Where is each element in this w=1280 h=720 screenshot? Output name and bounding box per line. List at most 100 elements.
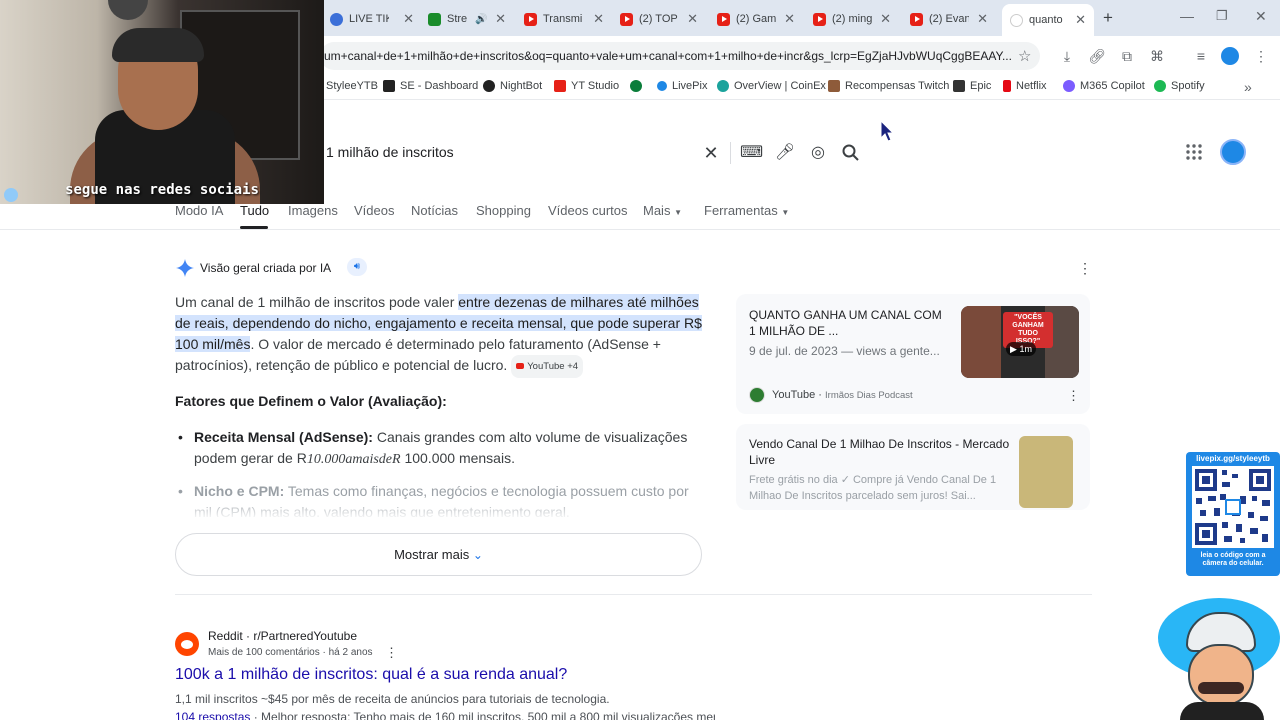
bookmark-copilot[interactable]: M365 Copilot [1063,80,1145,92]
restore-icon[interactable]: ❐ [1216,8,1228,24]
clear-icon[interactable]: ✕ [700,142,722,164]
translate-icon[interactable]: ⌘ [1147,46,1167,66]
tab-tudo[interactable]: Tudo [240,203,269,218]
show-more-button[interactable]: Mostrar mais ⌄ [175,533,702,576]
chevron-right-icon[interactable]: » [1244,79,1252,95]
close-icon[interactable]: ✕ [495,11,506,27]
result-title-link[interactable]: 100k a 1 milhão de inscritos: qual é a s… [175,666,567,684]
tab-2[interactable]: Transmi ✕ [524,6,604,32]
caret-down-icon: ▼ [781,208,790,217]
bookmark-se-dashboard[interactable]: SE - Dashboard [383,80,478,92]
fade-overlay [175,498,705,520]
new-tab-icon[interactable]: + [1103,8,1113,28]
window-close-icon[interactable]: ✕ [1255,8,1267,25]
source-card-youtube[interactable]: QUANTO GANHA UM CANAL COM 1 MILHÃO DE ..… [736,294,1090,414]
profile-avatar[interactable] [1221,47,1239,65]
tab-1[interactable]: Stre 🔊 ✕ [428,6,506,32]
source-chip[interactable]: YouTube +4 [511,355,584,378]
link-icon[interactable]: 🔗︎ [1087,46,1107,66]
bookmark-spotify[interactable]: Spotify [1154,80,1205,92]
show-more-label: Mostrar mais [394,547,470,562]
replies-link[interactable]: 104 respostas [175,710,250,720]
close-icon[interactable]: ✕ [593,11,604,27]
tab-shopping[interactable]: Shopping [476,203,531,218]
tab-0[interactable]: LIVE TIK ✕ [330,6,414,32]
bookmark-icon [657,81,667,91]
microphone-icon[interactable]: 🎤︎ [774,142,796,164]
tab-active[interactable]: quanto ✕ [1002,4,1094,36]
bookmark-epic[interactable]: Epic [953,80,991,92]
divider [0,229,1280,230]
close-icon[interactable]: ✕ [403,11,414,27]
apps-grid-icon[interactable] [1186,144,1202,160]
tab-mais[interactable]: Mais ▼ [643,203,682,218]
bookmark-icon [383,80,395,92]
result-site[interactable]: Reddit · r/PartneredYoutube [208,629,357,643]
qr-code-icon [1192,466,1274,548]
bookmark-label: Spotify [1171,80,1205,92]
google-account-avatar[interactable] [1220,139,1246,165]
tab-videos[interactable]: Vídeos [354,203,394,218]
search-input[interactable]: 1 milhão de inscritos [326,144,454,160]
webcam-caption: segue nas redes sociais [65,182,259,198]
bullet-dot: • [178,429,183,445]
tab-modo-ia[interactable]: Modo IA [175,203,223,218]
kebab-menu-icon[interactable]: ⋮ [385,645,398,661]
kebab-menu-icon[interactable]: ⋮ [1067,388,1080,404]
bookmark-coinex[interactable]: OverView | CoinEx [717,80,826,92]
bookmark-nightbot[interactable]: NightBot [483,80,542,92]
card-title[interactable]: QUANTO GANHA UM CANAL COM 1 MILHÃO DE ..… [749,307,949,339]
kebab-menu-icon[interactable]: ⋮ [1078,260,1092,277]
result-snippet-2: 104 respostas · Melhor resposta: Tenho m… [175,710,715,720]
tab-videos-curtos[interactable]: Vídeos curtos [548,203,628,218]
lens-icon[interactable]: ◎ [807,142,829,164]
bookmark-yt-studio[interactable]: YT Studio [554,80,619,92]
tab-4[interactable]: (2) Gam ✕ [717,6,795,32]
card-source-name: YouTube [772,389,816,401]
divider [730,142,731,164]
bookmark-twitch[interactable]: Recompensas Twitch [828,80,949,92]
tab-5[interactable]: (2) ming ✕ [813,6,891,32]
bookmark-label: OverView | CoinEx [734,80,826,92]
close-icon[interactable]: ✕ [880,11,891,27]
url-text[interactable]: um+canal+de+1+milhão+de+inscritos&oq=qua… [324,49,1014,63]
tab-6[interactable]: (2) Evan ✕ [910,6,988,32]
card-source: YouTube · Irmãos Dias Podcast [772,389,913,401]
tab-title: LIVE TIK [349,13,389,25]
star-icon[interactable]: ☆ [1018,47,1031,65]
bookmark-styleeytb[interactable]: StyleeYTB [326,80,378,92]
source-card-mercado-livre[interactable]: Vendo Canal De 1 Milhao De Inscritos - M… [736,424,1090,510]
reading-list-icon[interactable]: ≡ [1191,46,1211,66]
cartoon-shirt [1180,702,1264,720]
tab-title: (2) Evan [929,13,969,25]
channel-avatar [749,387,765,403]
video-thumbnail[interactable]: "VOCÊS GANHAM TUDO ISSO?" ▶ 1m [961,306,1079,378]
youtube-icon [524,12,537,26]
tab-imagens[interactable]: Imagens [288,203,338,218]
address-bar[interactable]: um+canal+de+1+milhão+de+inscritos&oq=qua… [320,42,1040,70]
close-icon[interactable]: ✕ [687,11,698,27]
tab-3[interactable]: (2) TOP ✕ [620,6,698,32]
tab-ferramentas[interactable]: Ferramentas ▼ [704,203,789,218]
bookmark-netflix[interactable]: Netflix [1003,80,1047,92]
card-title[interactable]: Vendo Canal De 1 Milhao De Inscritos - M… [749,436,1011,468]
close-icon[interactable]: ✕ [784,11,795,27]
search-bar[interactable]: 1 milhão de inscritos ✕ ⌨ 🎤︎ ◎ [320,130,875,174]
search-icon[interactable] [841,143,861,163]
product-thumbnail[interactable] [1019,436,1073,508]
kebab-menu-icon[interactable]: ⋮ [1251,46,1271,66]
keyboard-icon[interactable]: ⌨ [740,142,763,164]
screenshot-icon[interactable]: ⧉ [1117,46,1137,66]
bookmark-livepix[interactable]: LivePix [657,80,707,92]
tab-noticias[interactable]: Notícias [411,203,458,218]
youtube-icon [717,12,730,26]
close-icon[interactable]: ✕ [1075,12,1086,28]
youtube-icon [516,363,525,370]
download-icon[interactable]: ⤓ [1057,46,1077,66]
paragraph-text: Um canal de 1 milhão de inscritos pode v… [175,294,459,310]
reddit-face [181,640,193,649]
close-icon[interactable]: ✕ [977,11,988,27]
speaker-icon[interactable]: 🔊︎ [347,258,367,276]
bookmark-green[interactable] [630,80,647,92]
minimize-icon[interactable]: — [1180,8,1194,24]
